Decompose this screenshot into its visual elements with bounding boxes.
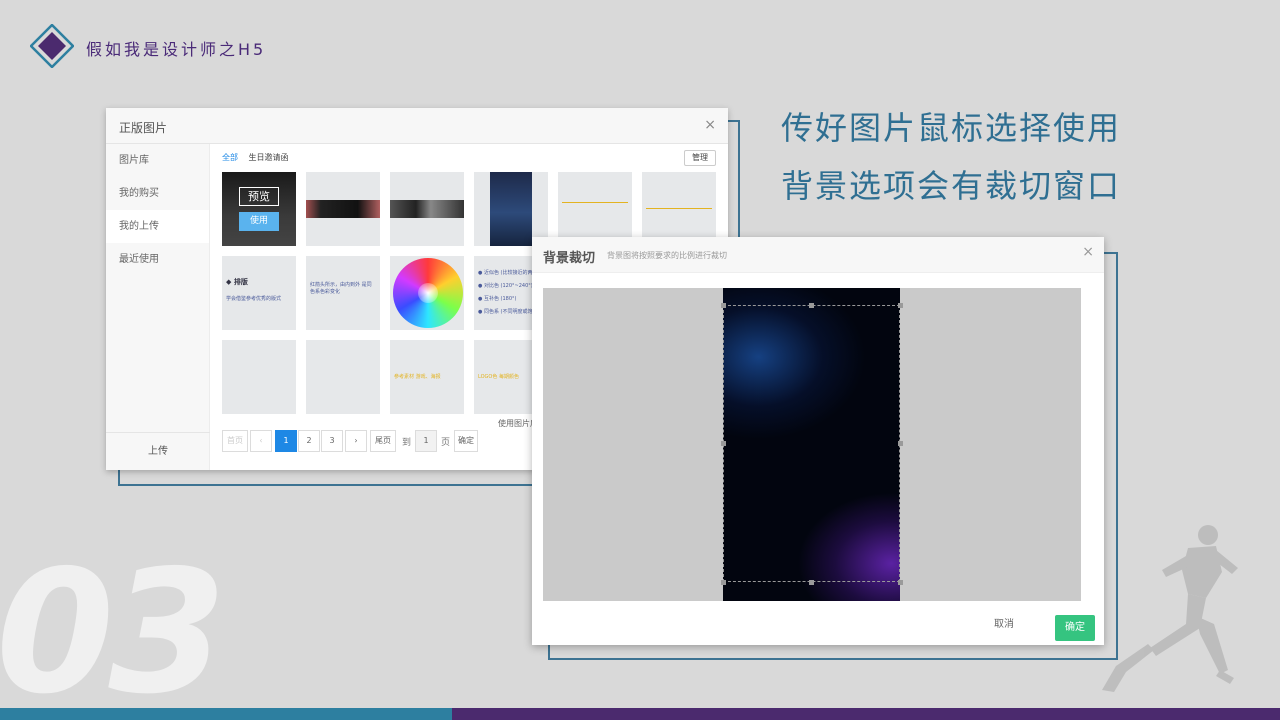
gallery-tabs: 全部 生日邀请函 (222, 152, 297, 163)
thumb-color-wheel[interactable] (390, 256, 464, 330)
first-page-button[interactable]: 首页 (222, 430, 248, 452)
caption-line-2: 背景选项会有裁切窗口 (781, 167, 1122, 205)
thumb-selected[interactable]: 预览 使用 (222, 172, 296, 246)
crop-cancel-button[interactable]: 取消 (994, 615, 1014, 630)
upload-button[interactable]: 上传 (106, 432, 210, 470)
crop-handle-top[interactable] (809, 303, 814, 308)
next-page-button[interactable]: › (345, 430, 367, 452)
thumb-row3-1[interactable] (222, 340, 296, 414)
thumb-color-list-2: ● 对比色 (120°~240°) (478, 283, 533, 289)
use-button[interactable]: 使用 (239, 212, 279, 231)
thumb-yellow-slide-2[interactable] (642, 172, 716, 246)
thumb-yellow-text-1: 参考素材 游戏、海报 (394, 374, 441, 380)
brand-title: 假如我是设计师之H5 (86, 40, 267, 59)
goto-label: 到 (402, 438, 412, 448)
page-3-button[interactable]: 3 (321, 430, 343, 452)
thumb-yellow-slide-1[interactable] (558, 172, 632, 246)
thumb-layout-body: 学会借鉴参考优秀的版式 (226, 296, 282, 302)
last-page-button[interactable]: 尾页 (370, 430, 396, 452)
slide-number: 03 (0, 534, 227, 720)
pagination: 首页 ‹ 1 2 3 › 尾页 到 1 页 确定 (222, 430, 482, 452)
page-unit-label: 页 (441, 438, 451, 448)
crop-title: 背景裁切 (543, 251, 596, 266)
brand-diamond-logo (30, 24, 74, 68)
manage-button[interactable]: 管理 (684, 150, 716, 166)
prev-page-button[interactable]: ‹ (250, 430, 272, 452)
crop-handle-right[interactable] (898, 441, 903, 446)
page-1-button[interactable]: 1 (275, 430, 297, 452)
runner-illustration (1102, 525, 1238, 692)
sidebar-item-library[interactable]: 图片库 (106, 144, 209, 177)
page-2-button[interactable]: 2 (298, 430, 320, 452)
gallery-sidebar: 图片库 我的购买 我的上传 最近使用 上传 (106, 144, 210, 470)
gallery-title: 正版图片 (119, 121, 168, 135)
crop-handle-bottom-right[interactable] (898, 580, 903, 585)
crop-stage (543, 288, 1081, 601)
crop-handle-bottom-left[interactable] (721, 580, 726, 585)
thumb-banner-2[interactable] (390, 172, 464, 246)
crop-handle-bottom[interactable] (809, 580, 814, 585)
crop-close-icon[interactable]: × (1082, 244, 1094, 260)
thumb-row3-3[interactable]: 参考素材 游戏、海报 (390, 340, 464, 414)
thumb-poster[interactable] (474, 172, 548, 246)
thumb-layout[interactable]: ◆ 排版 学会借鉴参考优秀的版式 (222, 256, 296, 330)
sidebar-item-uploads[interactable]: 我的上传 (106, 210, 209, 243)
tab-all[interactable]: 全部 (222, 153, 238, 162)
thumb-color-text[interactable]: 红箭头所示，由内到外 是同色系色彩变化 (306, 256, 380, 330)
gallery-header: 正版图片 × (106, 108, 728, 144)
crop-confirm-button[interactable]: 确定 (1055, 615, 1095, 641)
preview-button[interactable]: 预览 (239, 187, 279, 206)
thumb-yellow-text-2: LOGO色 每期颜色 (478, 374, 519, 380)
gallery-close-icon[interactable]: × (704, 117, 716, 133)
crop-selection-box[interactable] (723, 305, 900, 582)
thumb-banner-1[interactable] (306, 172, 380, 246)
crop-header: 背景裁切 背景图将按照要求的比例进行裁切 × (532, 237, 1104, 273)
crop-subtitle: 背景图将按照要求的比例进行裁切 (607, 251, 727, 260)
tab-birthday-invite[interactable]: 生日邀请函 (249, 153, 289, 162)
sidebar-item-purchases[interactable]: 我的购买 (106, 177, 209, 210)
footer-bar-purple (452, 708, 1280, 720)
goto-confirm-button[interactable]: 确定 (454, 430, 478, 452)
crop-handle-top-right[interactable] (898, 303, 903, 308)
sidebar-item-recent[interactable]: 最近使用 (106, 243, 209, 276)
footer-bar-teal (0, 708, 452, 720)
thumb-row3-2[interactable] (306, 340, 380, 414)
crop-handle-left[interactable] (721, 441, 726, 446)
thumb-color-text-body: 红箭头所示，由内到外 是同色系色彩变化 (310, 282, 372, 295)
goto-page-input[interactable]: 1 (415, 430, 437, 452)
crop-handle-top-left[interactable] (721, 303, 726, 308)
thumb-layout-title: ◆ 排版 (226, 278, 248, 286)
caption-line-1: 传好图片鼠标选择使用 (781, 109, 1122, 147)
thumb-color-list-3: ● 互补色 (180°) (478, 296, 517, 302)
background-crop-dialog: 背景裁切 背景图将按照要求的比例进行裁切 × 取消 确定 (532, 237, 1104, 645)
